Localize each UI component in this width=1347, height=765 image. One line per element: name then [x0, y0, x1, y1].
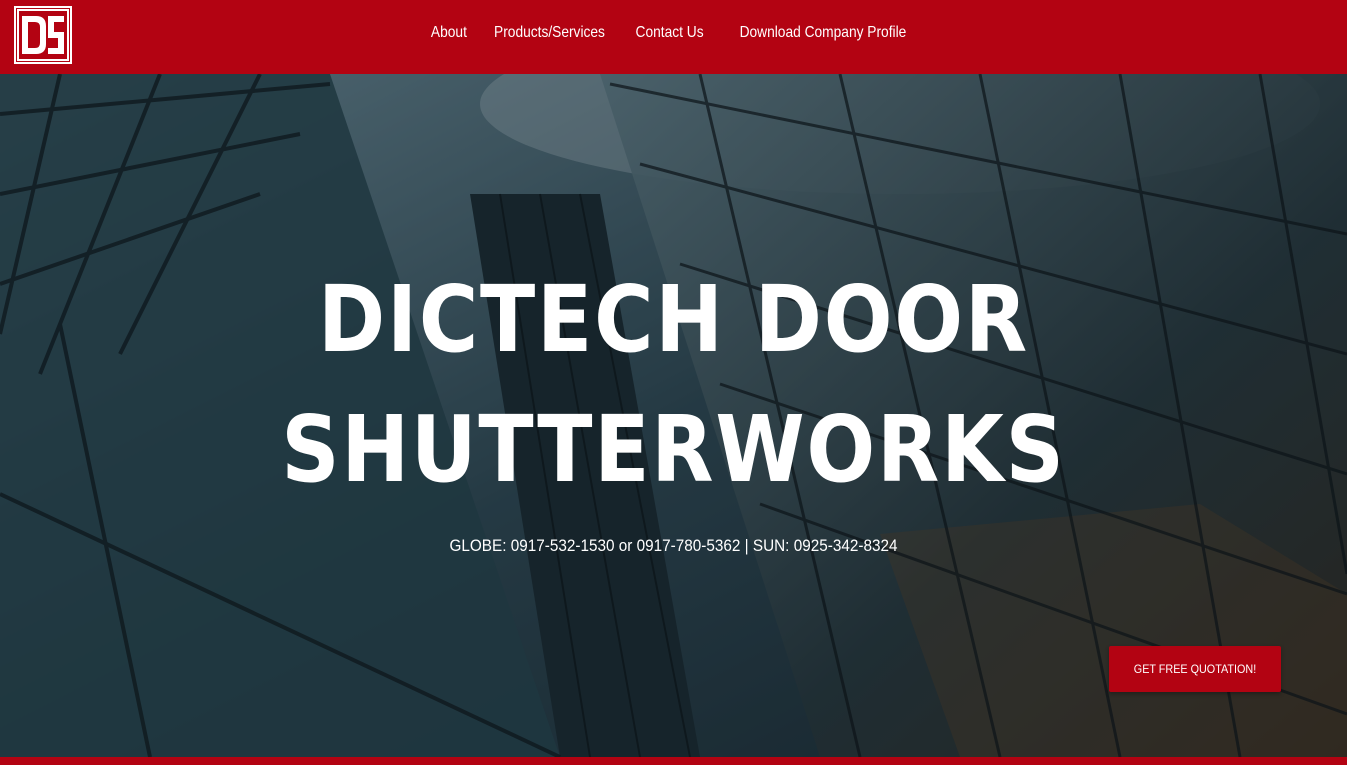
nav-products-services-link[interactable]: Products/Services [494, 24, 605, 50]
hero-section: DICTECH DOOR SHUTTERWORKS GLOBE: 0917-53… [0, 74, 1347, 757]
main-nav: About Products/Services Contact Us Downl… [0, 24, 1347, 50]
nav-contact-us-link[interactable]: Contact Us [636, 24, 704, 50]
bottom-accent-bar [0, 757, 1347, 765]
hero-title-line-2: SHUTTERWORKS [281, 396, 1066, 503]
nav-about-link[interactable]: About [431, 24, 467, 50]
get-free-quotation-label: GET FREE QUOTATION! [1133, 662, 1257, 676]
nav-download-company-profile-link[interactable]: Download Company Profile [739, 24, 906, 50]
hero-title-line-1: DICTECH DOOR [318, 266, 1029, 373]
top-navigation-bar: About Products/Services Contact Us Downl… [0, 0, 1347, 74]
hero-phone-numbers: GLOBE: 0917-532-1530 or 0917-780-5362 | … [449, 536, 898, 555]
get-free-quotation-button[interactable]: GET FREE QUOTATION! [1109, 646, 1281, 692]
